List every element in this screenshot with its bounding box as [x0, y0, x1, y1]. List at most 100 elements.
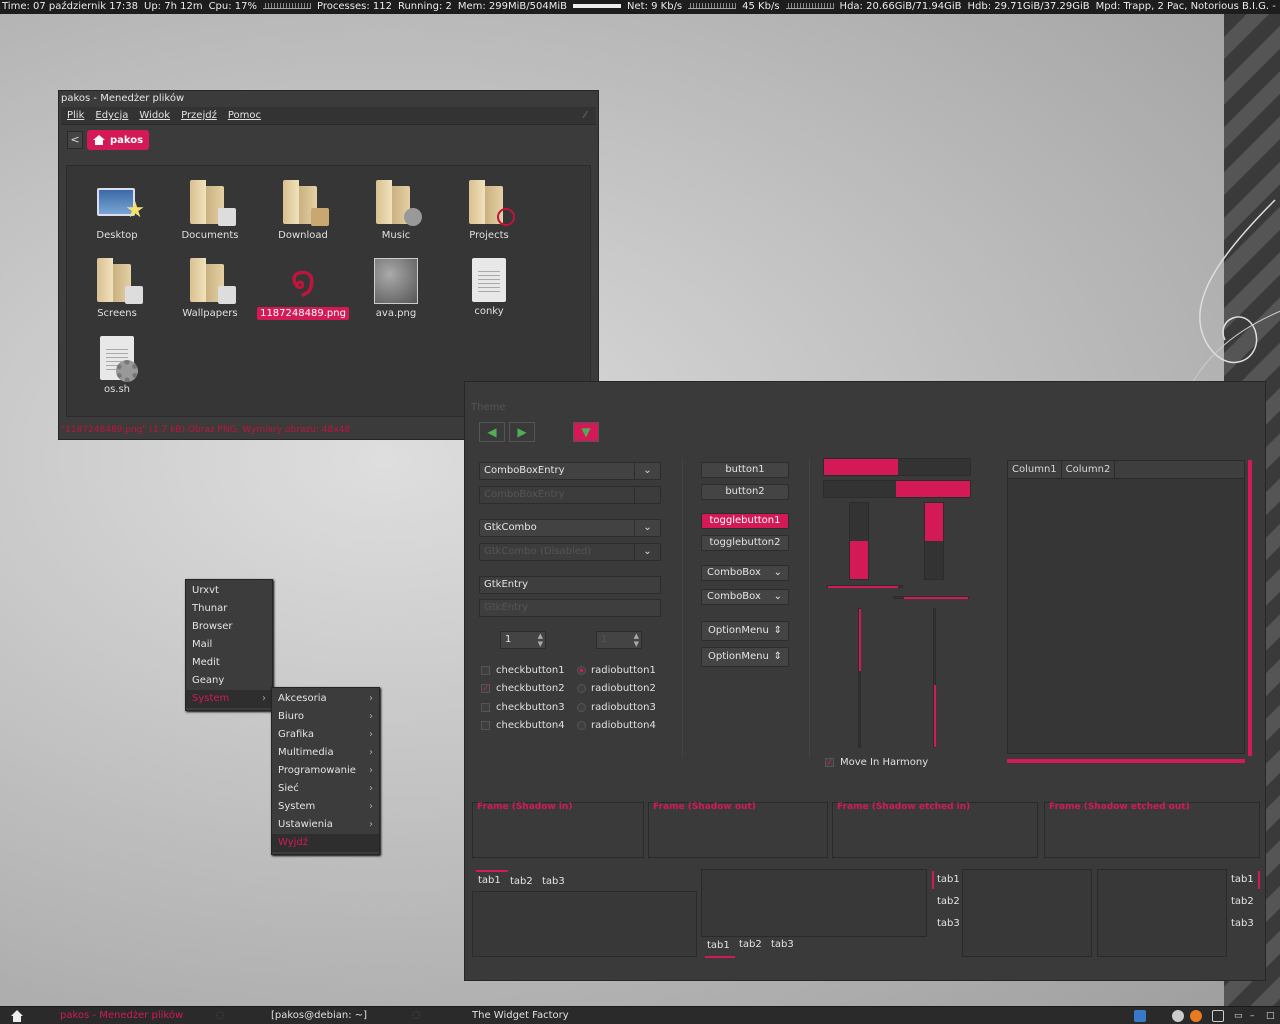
treeview-vscrollbar[interactable]	[1248, 460, 1252, 756]
file-item-projects[interactable]: Projects	[443, 180, 535, 242]
radiobutton3[interactable]: radiobutton3	[577, 702, 656, 714]
notebook-top-tab1[interactable]: tab1	[476, 870, 508, 888]
notebook-bottom-tab1[interactable]: tab1	[705, 939, 735, 958]
menu-pomoc[interactable]: Pomoc	[228, 110, 261, 121]
home-launcher-icon[interactable]	[10, 1009, 24, 1023]
back-arrow-button[interactable]: ◀	[479, 422, 505, 442]
checkbutton4[interactable]: checkbutton4	[481, 720, 565, 732]
menu-item-biuro[interactable]: Biuro ›	[272, 708, 379, 726]
folder-icon	[190, 180, 236, 226]
file-item-1187248489-png[interactable]: ໑ 1187248489.png	[257, 258, 349, 320]
notebook-right-tab1[interactable]: tab1	[1231, 871, 1260, 889]
spin-arrows-icon[interactable]: ▲ ▼	[538, 632, 543, 648]
radiobutton4[interactable]: radiobutton4	[577, 720, 656, 732]
file-item-wallpapers[interactable]: Wallpapers	[164, 258, 256, 320]
task-widget-factory[interactable]: The Widget Factory	[472, 1007, 569, 1024]
file-item-documents[interactable]: Documents	[164, 180, 256, 242]
menu-item-akcesoria[interactable]: Akcesoria ›	[272, 690, 379, 708]
vscale-1[interactable]	[858, 608, 861, 748]
combobox-2[interactable]: ComboBox ⌄	[701, 589, 789, 605]
move-in-harmony-check[interactable]: ✓ Move In Harmony	[825, 757, 928, 769]
notebook-top-tab2[interactable]: tab2	[510, 875, 533, 889]
menu-item-browser[interactable]: Browser	[186, 618, 272, 636]
checkbutton1[interactable]: checkbutton1	[481, 665, 565, 677]
menu-item-programowanie[interactable]: Programowanie ›	[272, 762, 379, 780]
close-icon[interactable]: □	[1266, 1007, 1275, 1024]
treeview-header: Column1 Column2	[1008, 461, 1244, 479]
file-item-music[interactable]: Music	[350, 180, 442, 242]
menu-item-ustawienia[interactable]: Ustawienia ›	[272, 816, 379, 834]
radiobutton1[interactable]: radiobutton1	[577, 665, 656, 677]
menu-item-grafika[interactable]: Grafika ›	[272, 726, 379, 744]
menu-item-geany[interactable]: Geany	[186, 672, 272, 690]
file-item-os-sh[interactable]: os.sh	[71, 336, 163, 396]
notebook-left-tab3[interactable]: tab3	[937, 917, 960, 931]
hscale-2[interactable]	[893, 596, 969, 599]
gtkentry[interactable]: GtkEntry	[479, 576, 661, 594]
comboboxentry[interactable]: ComboBoxEntry ⌄	[479, 462, 661, 480]
system-submenu: Akcesoria › Biuro › Grafika › Multimedia › P…	[271, 687, 380, 855]
combobox[interactable]: ComboBox ⌄	[701, 565, 789, 581]
radiobutton2[interactable]: radiobutton2	[577, 683, 656, 695]
window-tray-icon[interactable]	[1212, 1010, 1224, 1022]
menu-item-mail[interactable]: Mail	[186, 636, 272, 654]
checkbutton2[interactable]: ✓ checkbutton2	[481, 683, 565, 695]
menu-item-urxvt[interactable]: Urxvt	[186, 582, 272, 600]
file-item-screens[interactable]: Screens	[71, 258, 163, 320]
notebook-right-tab3[interactable]: tab3	[1231, 917, 1254, 931]
button2[interactable]: button2	[701, 484, 789, 500]
forward-arrow-button[interactable]: ▶	[509, 422, 535, 442]
checkbutton3[interactable]: checkbutton3	[481, 702, 565, 714]
hda-readout: Hda: 20.66GiB/71.94GiB	[839, 1, 962, 12]
menu-edycja[interactable]: Edycja	[95, 110, 128, 121]
hscale-1[interactable]	[827, 585, 903, 588]
minimize-icon[interactable]: ▭	[1234, 1007, 1243, 1024]
togglebutton1[interactable]: togglebutton1	[701, 513, 789, 529]
notebook-bottom-tab2[interactable]: tab2	[739, 938, 762, 952]
volume-tray-icon[interactable]	[1172, 1010, 1184, 1022]
notebook-top-tab3[interactable]: tab3	[542, 875, 565, 889]
optionmenu-2[interactable]: OptionMenu ⇕	[701, 647, 789, 667]
menu-item-medit[interactable]: Medit	[186, 654, 272, 672]
restore-icon[interactable]: –	[1250, 1007, 1255, 1024]
menu-item-wyjdz[interactable]: Wyjdź	[272, 834, 379, 852]
back-button[interactable]: <	[67, 131, 83, 149]
togglebutton2[interactable]: togglebutton2	[701, 535, 789, 551]
icon-view[interactable]: ★ Desktop Documents Download Music Projec…	[66, 165, 591, 417]
menu-item-siec[interactable]: Sieć ›	[272, 780, 379, 798]
menu-label: Biuro	[278, 711, 304, 722]
location-pakos-button[interactable]: pakos	[87, 130, 150, 150]
menu-item-multimedia[interactable]: Multimedia ›	[272, 744, 379, 762]
menu-item-thunar[interactable]: Thunar	[186, 600, 272, 618]
button1[interactable]: button1	[701, 462, 789, 478]
file-item-download[interactable]: Download	[257, 180, 349, 242]
task-file-manager[interactable]: pakos - Menedżer plików	[60, 1007, 183, 1024]
firefox-tray-icon[interactable]	[1190, 1010, 1202, 1022]
down-arrow-button[interactable]: ▼	[573, 422, 599, 442]
optionmenu[interactable]: OptionMenu ⇕	[701, 621, 789, 641]
task-terminal[interactable]: [pakos@debian: ~]	[271, 1007, 367, 1024]
spinbutton-1[interactable]: 1 ▲ ▼	[500, 631, 546, 649]
frame-title: Frame (Shadow etched in)	[837, 802, 971, 812]
menu-plik[interactable]: Plik	[67, 110, 84, 121]
menu-przejdz[interactable]: Przejdź	[181, 110, 217, 121]
notebook-left-tab1[interactable]: tab1	[932, 871, 960, 889]
chevron-down-icon[interactable]: ⌄	[634, 520, 660, 536]
column1-header[interactable]: Column1	[1008, 461, 1062, 478]
notebook-left-tab2[interactable]: tab2	[937, 895, 960, 909]
treeview[interactable]: Column1 Column2	[1007, 460, 1245, 754]
network-tray-icon[interactable]	[1134, 1010, 1146, 1022]
chevron-down-icon[interactable]: ⌄	[634, 463, 660, 479]
menu-widok[interactable]: Widok	[139, 110, 170, 121]
file-item-desktop[interactable]: ★ Desktop	[71, 180, 163, 242]
column2-header[interactable]: Column2	[1062, 461, 1116, 478]
file-item-conky[interactable]: conky	[443, 258, 535, 318]
menu-item-system-sub[interactable]: System ›	[272, 798, 379, 816]
notebook-right-tab2[interactable]: tab2	[1231, 895, 1254, 909]
treeview-hscrollbar[interactable]	[1007, 759, 1245, 763]
file-item-ava-png[interactable]: ava.png	[350, 258, 442, 320]
notebook-bottom-tab3[interactable]: tab3	[771, 938, 794, 952]
menu-item-system[interactable]: System ›	[186, 690, 272, 708]
gtkcombo[interactable]: GtkCombo ⌄	[479, 519, 661, 537]
vscale-2[interactable]	[933, 608, 936, 748]
